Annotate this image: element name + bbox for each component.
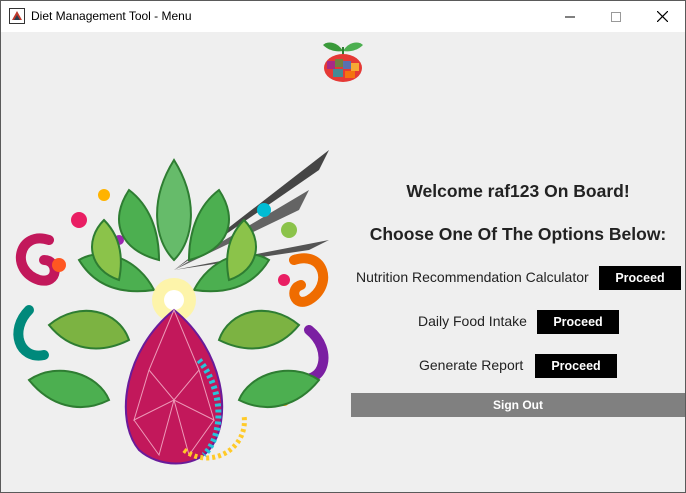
decorative-plant-illustration [13, 150, 329, 465]
minimize-button[interactable] [547, 1, 593, 32]
proceed-button-nutrition-calculator[interactable]: Proceed [599, 266, 681, 290]
title-bar: Diet Management Tool - Menu [1, 1, 685, 32]
maximize-button[interactable] [593, 1, 639, 32]
proceed-button-daily-food-intake[interactable]: Proceed [537, 310, 619, 334]
choose-heading: Choose One Of The Options Below: [369, 224, 667, 244]
option-label-daily-food-intake: Daily Food Intake [418, 313, 527, 329]
minimize-icon [565, 16, 575, 17]
apple-logo-icon [323, 42, 363, 82]
maximize-icon [611, 11, 621, 22]
window-title: Diet Management Tool - Menu [31, 9, 192, 23]
proceed-button-generate-report[interactable]: Proceed [535, 354, 617, 378]
java-app-icon [9, 8, 25, 24]
close-icon [656, 11, 668, 22]
sign-out-button[interactable]: Sign Out [351, 393, 685, 417]
option-label-nutrition-calculator: Nutrition Recommendation Calculator [356, 269, 589, 285]
main-panel: Welcome raf123 On Board! Choose One Of T… [1, 32, 685, 492]
welcome-heading: Welcome raf123 On Board! [406, 181, 630, 201]
app-window: Diet Management Tool - Menu Welcome raf1… [0, 0, 686, 493]
option-label-generate-report: Generate Report [419, 357, 524, 373]
close-button[interactable] [639, 1, 685, 32]
